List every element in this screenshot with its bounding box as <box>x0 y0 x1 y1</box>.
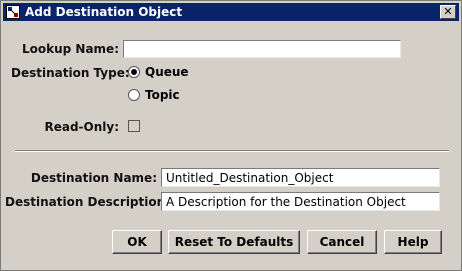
lookup-name-label: Lookup Name: <box>21 42 119 56</box>
destination-type-label: Destination Type: <box>11 66 130 80</box>
radio-selected-dot <box>131 69 137 75</box>
destination-description-label: Destination Description: <box>5 195 170 209</box>
topic-radio-label[interactable]: Topic <box>145 88 180 102</box>
app-icon <box>6 5 20 19</box>
destination-description-input[interactable] <box>161 192 440 211</box>
topic-radio[interactable] <box>128 89 140 101</box>
close-icon: ✕ <box>443 5 453 18</box>
window-title: Add Destination Object <box>25 5 183 19</box>
separator <box>15 150 449 152</box>
read-only-label: Read-Only: <box>44 120 119 134</box>
destination-name-label: Destination Name: <box>30 171 157 185</box>
lookup-name-input[interactable] <box>123 40 401 58</box>
read-only-checkbox[interactable] <box>128 120 140 132</box>
queue-radio[interactable] <box>128 66 140 78</box>
queue-radio-label[interactable]: Queue <box>145 65 189 79</box>
reset-defaults-button[interactable]: Reset To Defaults <box>168 230 300 254</box>
ok-button[interactable]: OK <box>112 230 162 254</box>
destination-name-input[interactable] <box>161 168 440 187</box>
help-button[interactable]: Help <box>384 230 442 254</box>
cancel-button[interactable]: Cancel <box>307 230 377 254</box>
title-bar[interactable]: Add Destination Object ✕ <box>3 3 459 21</box>
close-button[interactable]: ✕ <box>440 5 456 19</box>
dialog-window: Add Destination Object ✕ Lookup Name: De… <box>0 0 462 271</box>
